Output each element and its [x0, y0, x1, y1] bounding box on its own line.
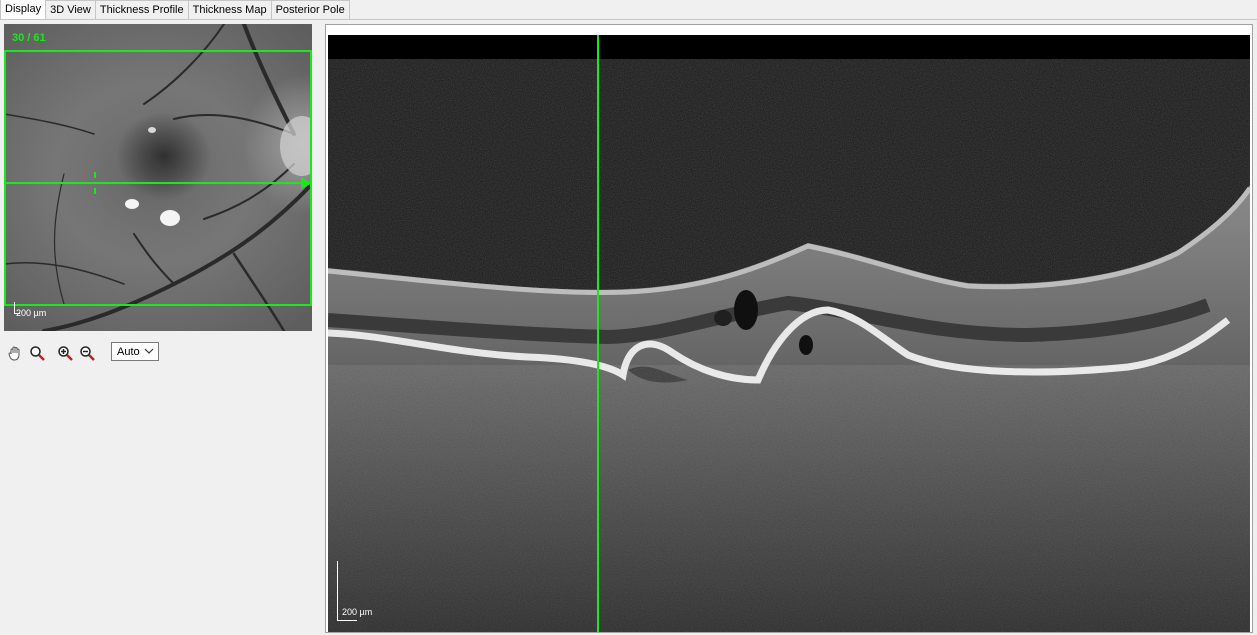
zoom-out-icon[interactable] — [78, 344, 96, 362]
zoom-mode-value: Auto — [117, 345, 140, 358]
tab-display[interactable]: Display — [0, 0, 47, 20]
chevron-down-icon — [144, 346, 154, 359]
lesion — [160, 210, 180, 226]
tab-thickness-map[interactable]: Thickness Map — [187, 0, 272, 19]
tab-3d-view[interactable]: 3D View — [45, 0, 96, 19]
retinal-vessels — [4, 24, 312, 331]
zoom-mode-select[interactable]: Auto — [111, 342, 159, 361]
tab-thickness-profile[interactable]: Thickness Profile — [94, 0, 189, 19]
image-toolbar — [6, 342, 100, 364]
hand-pan-icon[interactable] — [6, 344, 24, 362]
tab-posterior-pole[interactable]: Posterior Pole — [270, 0, 350, 19]
oct-scale-label: 200 µm — [342, 607, 373, 617]
cyst — [734, 290, 758, 330]
zoom-in-icon[interactable] — [56, 344, 74, 362]
magnifier-icon[interactable] — [28, 344, 46, 362]
tab-bar: Display 3D View Thickness Profile Thickn… — [0, 0, 350, 20]
cyst — [714, 310, 732, 326]
fundus-scale-bar: 200 µm — [13, 302, 47, 318]
cyst — [799, 335, 813, 355]
oct-scale-bar-horizontal — [337, 620, 357, 621]
top-band — [328, 35, 1250, 59]
fundus-image[interactable]: 30 / 61 200 µm — [4, 24, 312, 331]
lesion — [125, 199, 139, 209]
oct-scale-bar-vertical — [337, 561, 338, 621]
oct-graphics — [328, 35, 1250, 632]
lesion — [148, 127, 156, 133]
fundus-graphics — [4, 24, 312, 331]
tab-divider — [0, 19, 1257, 20]
scan-counter: 30 / 61 — [12, 32, 46, 44]
oct-bscan-image[interactable]: 200 µm — [328, 35, 1250, 632]
optic-disc — [280, 116, 312, 176]
